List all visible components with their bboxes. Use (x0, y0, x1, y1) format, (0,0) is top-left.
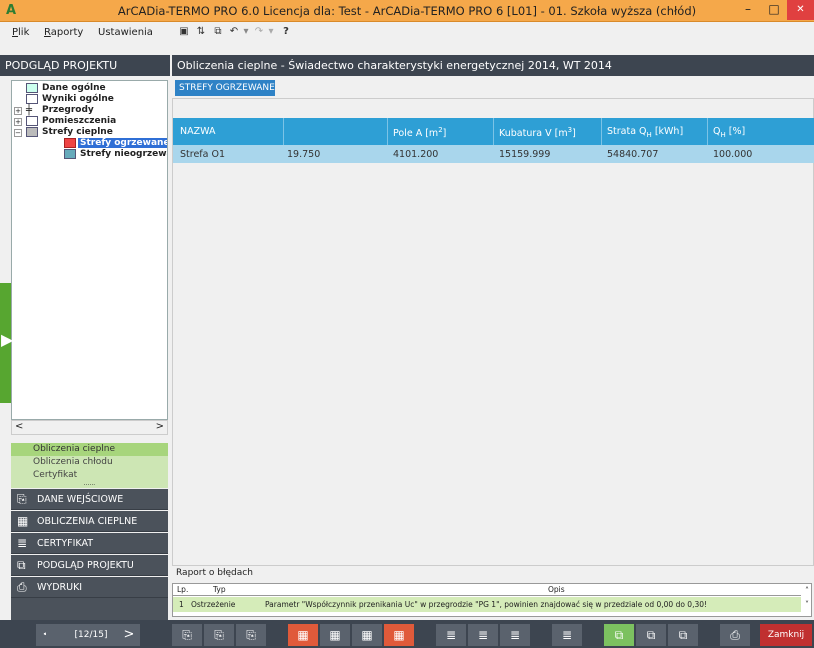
cell-value: 19.750 (287, 149, 321, 160)
preview-2-icon[interactable]: ⧉ (636, 624, 666, 646)
printer-icon: ⎙ (17, 580, 27, 594)
window-title: ArCADia-TERMO PRO 6.0 Licencja dla: Test… (117, 4, 697, 18)
nav-filler (11, 598, 168, 620)
nav-certyfikat-big[interactable]: ≣ CERTYFIKAT (11, 533, 168, 554)
col-strata[interactable]: Strata QH [kWh] (607, 126, 683, 139)
preview-3-icon[interactable]: ⧉ (668, 624, 698, 646)
printer-icon[interactable]: ⎙ (720, 624, 750, 646)
cell-volume: 15159.999 (499, 149, 551, 160)
tree-item-strefy-cieplne[interactable]: Strefy cieplne (42, 127, 113, 137)
table-row[interactable]: Strefa O1 19.750 4101.200 15159.999 5484… (173, 145, 814, 163)
table-header: NAZWA Pole A [m2] Kubatura V [m3] Strata… (173, 118, 814, 145)
input-data-check-icon[interactable]: ⎘ (236, 624, 266, 646)
error-row[interactable]: 1 Ostrzeżenie Parametr "Współczynnik prz… (173, 597, 801, 612)
undo-icon[interactable]: ↶ (228, 26, 240, 38)
zone-icon (26, 127, 38, 137)
err-col-opis: Opis (548, 585, 565, 594)
certificate-4-icon[interactable]: ≣ (552, 624, 582, 646)
menu-bar: Plik Raporty Ustawienia ▣ ⇅ ⧉ ↶ ▾ ↷ ▾ ? (0, 23, 814, 42)
menu-ustawienia[interactable]: Ustawienia (98, 27, 153, 38)
nav-obliczenia-cieplne-big[interactable]: ▦ OBLICZENIA CIEPLNE (11, 511, 168, 532)
certificate-2-icon[interactable]: ≣ (468, 624, 498, 646)
nav-dane-wejsciowe[interactable]: ⎘ DANE WEJŚCIOWE (11, 489, 168, 510)
err-lp: 1 (179, 600, 184, 609)
col-pole[interactable]: Pole A [m2] (393, 126, 446, 139)
heated-zone-icon (64, 138, 76, 148)
calc-table-2-icon[interactable]: ▦ (352, 624, 382, 646)
cell-heat-loss: 54840.707 (607, 149, 659, 160)
save-icon[interactable]: ▣ (178, 26, 190, 38)
table-area (172, 98, 814, 566)
certificate-3-icon[interactable]: ≣ (500, 624, 530, 646)
cell-area: 4101.200 (393, 149, 439, 160)
partition-icon: ╪ (26, 105, 33, 116)
close-button[interactable]: Zamknij (760, 624, 812, 646)
menu-plik[interactable]: Plik (12, 27, 29, 38)
expand-icon[interactable]: + (14, 118, 22, 126)
project-view-header: PODGLĄD PROJEKTU (0, 55, 170, 76)
col-nazwa[interactable]: NAZWA (180, 126, 216, 137)
input-data-icon[interactable]: ⎘ (172, 624, 202, 646)
preview-icon: ⧉ (17, 558, 26, 572)
collapse-icon[interactable]: − (14, 129, 22, 137)
calc-table-icon[interactable]: ▦ (320, 624, 350, 646)
redo-icon[interactable]: ↷ (253, 26, 265, 38)
input-data-icon: ⎘ (17, 492, 27, 506)
calculations-icon: ▦ (17, 514, 29, 528)
window-close-button[interactable]: ✕ (787, 0, 814, 20)
data-icon (26, 83, 38, 93)
cell-percent: 100.000 (713, 149, 753, 160)
nav-wydruki[interactable]: ⎙ WYDRUKI (11, 577, 168, 598)
certificate-icon: ≣ (17, 536, 28, 550)
certificate-icon[interactable]: ≣ (436, 624, 466, 646)
redo-dropdown-icon[interactable]: ▾ (265, 26, 277, 38)
arrow-right-icon[interactable]: ▶ (1, 330, 13, 349)
help-icon[interactable]: ? (280, 26, 292, 38)
scroll-left-icon[interactable]: < (15, 421, 23, 432)
col-kubatura[interactable]: Kubatura V [m3] (499, 126, 576, 139)
scroll-right-icon[interactable]: > (156, 421, 164, 432)
tree-item-strefy-nieogrzewane[interactable]: Strefy nieogrzewa (80, 149, 167, 159)
nav-podglad-projektu[interactable]: ⧉ PODGLĄD PROJEKTU (11, 555, 168, 576)
tree-item-dane-ogolne[interactable]: Dane ogólne (42, 83, 106, 93)
chart-icon (26, 94, 38, 104)
room-icon (26, 116, 38, 126)
nav-obliczenia-cieplne[interactable]: Obliczenia cieplne (11, 443, 168, 456)
tree-item-przegrody[interactable]: Przegrody (42, 105, 94, 115)
next-page-button[interactable]: > (118, 624, 140, 646)
err-description: Parametr "Współczynnik przenikania Uc" w… (265, 600, 708, 609)
input-data-edit-icon[interactable]: ⎘ (204, 624, 234, 646)
col-qh-percent[interactable]: QH [%] (713, 126, 745, 139)
cell-name: Strefa O1 (180, 149, 226, 160)
nav-splitter[interactable]: ...... (11, 481, 168, 488)
app-logo-icon: A (6, 3, 17, 18)
maximize-button[interactable]: □ (761, 0, 787, 20)
title-bar: ArCADia-TERMO PRO 6.0 Licencja dla: Test… (0, 0, 814, 22)
tree-item-wyniki-ogolne[interactable]: Wyniki ogólne (42, 94, 114, 104)
error-vertical-scrollbar[interactable]: ˄ ˅ (802, 584, 812, 616)
refresh-icon[interactable]: ⇅ (195, 26, 207, 38)
minimize-button[interactable]: – (735, 0, 761, 20)
undo-dropdown-icon[interactable]: ▾ (240, 26, 252, 38)
err-col-typ: Typ (213, 585, 226, 594)
unheated-zone-icon (64, 149, 76, 159)
error-table-header: Lp. Typ Opis (173, 584, 801, 596)
calc-heat-icon[interactable]: ▦ (288, 624, 318, 646)
project-tree[interactable]: Dane ogólne Wyniki ogólne + ╪ Przegrody … (11, 80, 168, 420)
err-col-lp: Lp. (177, 585, 189, 594)
tab-strefy-ogrzewane[interactable]: STREFY OGRZEWANE (175, 80, 275, 96)
calc-report-icon[interactable]: ▦ (384, 624, 414, 646)
nav-obliczenia-chlodu[interactable]: Obliczenia chłodu (11, 456, 168, 469)
tree-item-pomieszczenia[interactable]: Pomieszczenia (42, 116, 116, 126)
preview-icon[interactable]: ⧉ (212, 26, 224, 38)
page-title: Obliczenia cieplne - Świadectwo charakte… (172, 55, 814, 76)
tree-horizontal-scrollbar[interactable]: < > (11, 420, 168, 435)
tree-item-strefy-ogrzewane[interactable]: Strefy ogrzewane (78, 138, 167, 148)
expand-icon[interactable]: + (14, 107, 22, 115)
menu-raporty[interactable]: Raporty (44, 27, 83, 38)
preview-active-icon[interactable]: ⧉ (604, 624, 634, 646)
err-type: Ostrzeżenie (191, 600, 236, 609)
error-report-title: Raport o błędach (176, 568, 253, 578)
